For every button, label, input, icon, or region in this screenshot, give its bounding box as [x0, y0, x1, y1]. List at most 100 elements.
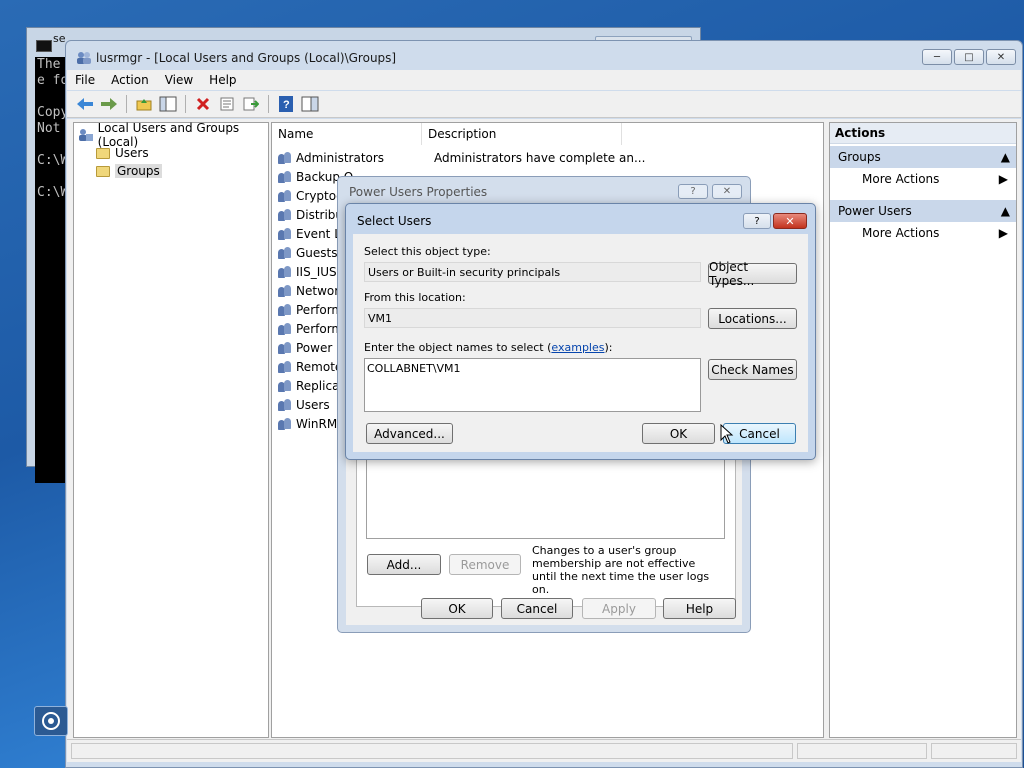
console-line: Not	[37, 121, 61, 136]
folder-icon	[96, 147, 110, 159]
object-names-label-suffix: ):	[604, 341, 613, 354]
group-icon	[278, 170, 292, 184]
tree-item-groups[interactable]: Groups	[96, 162, 162, 180]
menu-file[interactable]: File	[67, 73, 103, 87]
menu-bar: File Action View Help	[67, 70, 1021, 90]
minimize-button[interactable]: ─	[922, 49, 952, 65]
collapse-up-icon: ▲	[1000, 150, 1010, 164]
console-line: Copy	[37, 105, 67, 120]
help-icon[interactable]: ?	[276, 94, 296, 114]
help-button[interactable]: Help	[663, 598, 736, 619]
toolbar: ?	[67, 91, 1021, 118]
object-type-field: Users or Built-in security principals	[364, 262, 701, 282]
group-icon	[278, 341, 292, 355]
group-icon	[278, 322, 292, 336]
group-description: Administrators have complete an...	[434, 150, 646, 165]
submenu-arrow-icon: ▶	[998, 226, 1008, 240]
more-actions-power-users[interactable]: More Actions ▶	[830, 222, 1016, 244]
tree-root[interactable]: Local Users and Groups (Local)	[78, 121, 268, 149]
examples-link[interactable]: examples	[551, 341, 604, 354]
menu-action[interactable]: Action	[103, 73, 157, 87]
advanced-button[interactable]: Advanced...	[366, 423, 453, 444]
users-groups-icon	[79, 129, 93, 141]
console-line: e fo	[37, 73, 67, 88]
control-panel-icon[interactable]	[34, 706, 68, 736]
group-icon	[278, 189, 292, 203]
add-button[interactable]: Add...	[367, 554, 441, 575]
actions-pane: Actions Groups ▲ More Actions ▶ Power Us…	[829, 122, 1017, 738]
dialog-title: Power Users Properties	[349, 185, 488, 199]
console-text: The e fo Copy Not C:\W C:\W	[35, 57, 67, 483]
group-icon	[278, 265, 292, 279]
members-list[interactable]	[366, 447, 725, 539]
object-names-label: Enter the object names to select (exampl…	[364, 341, 612, 354]
cancel-button[interactable]: Cancel	[501, 598, 573, 619]
close-button[interactable]: ✕	[712, 184, 742, 199]
status-segment	[797, 743, 927, 759]
help-button[interactable]: ?	[678, 184, 708, 199]
console-line: The	[37, 57, 61, 72]
forward-arrow-icon[interactable]	[99, 94, 119, 114]
menu-view[interactable]: View	[157, 73, 201, 87]
group-icon	[278, 379, 292, 393]
status-segment	[71, 743, 793, 759]
group-icon	[278, 284, 292, 298]
column-header-name[interactable]: Name	[272, 123, 422, 145]
export-list-icon[interactable]	[241, 94, 261, 114]
object-names-label-text: Enter the object names to select (	[364, 341, 552, 354]
submenu-arrow-icon: ▶	[998, 172, 1008, 186]
more-actions-groups[interactable]: More Actions ▶	[830, 168, 1016, 190]
actions-section-groups[interactable]: Groups ▲	[830, 146, 1016, 168]
tree-item-users[interactable]: Users	[96, 144, 149, 162]
delete-icon[interactable]	[193, 94, 213, 114]
check-names-button[interactable]: Check Names	[708, 359, 797, 380]
back-arrow-icon[interactable]	[75, 94, 95, 114]
close-button[interactable]: ✕	[773, 213, 807, 229]
menu-help[interactable]: Help	[201, 73, 244, 87]
console-tree: Local Users and Groups (Local) Users Gro…	[73, 121, 269, 738]
actions-section-title: Power Users	[838, 204, 912, 218]
status-bar	[67, 739, 1021, 762]
ok-button[interactable]: OK	[642, 423, 715, 444]
group-icon	[278, 227, 292, 241]
close-button[interactable]: ✕	[986, 49, 1016, 65]
object-names-input[interactable]: COLLABNET\VM1	[364, 358, 701, 412]
maximize-button[interactable]: □	[954, 49, 984, 65]
properties-icon[interactable]	[217, 94, 237, 114]
locations-button[interactable]: Locations...	[708, 308, 797, 329]
location-field: VM1	[364, 308, 701, 328]
group-icon	[278, 151, 292, 165]
object-types-button[interactable]: Object Types...	[708, 260, 797, 288]
users-groups-icon	[77, 52, 91, 64]
window-title: lusrmgr - [Local Users and Groups (Local…	[96, 51, 397, 65]
tree-item-users-label: Users	[115, 146, 149, 160]
actions-section-power-users[interactable]: Power Users ▲	[830, 200, 1016, 222]
mouse-cursor-icon	[720, 424, 734, 444]
tree-item-groups-label: Groups	[115, 164, 162, 178]
ok-button[interactable]: OK	[421, 598, 493, 619]
group-name: Administrators	[296, 150, 385, 165]
group-icon	[278, 246, 292, 260]
apply-button[interactable]: Apply	[582, 598, 656, 619]
column-header-description[interactable]: Description	[422, 123, 622, 145]
help-button[interactable]: ?	[743, 213, 771, 229]
svg-text:?: ?	[283, 99, 290, 111]
more-actions-label: More Actions	[862, 172, 940, 186]
actions-header: Actions	[830, 123, 1016, 144]
status-segment	[931, 743, 1017, 759]
show-hide-tree-icon[interactable]	[158, 94, 178, 114]
select-users-dialog[interactable]: Select Users ? ✕ Select this object type…	[345, 203, 816, 460]
folder-icon	[96, 165, 110, 177]
group-row[interactable]: Administrators Administrators have comple…	[278, 148, 645, 167]
dialog-title: Select Users	[357, 214, 432, 228]
up-folder-icon[interactable]	[134, 94, 154, 114]
group-icon	[278, 303, 292, 317]
action-pane-icon[interactable]	[300, 94, 320, 114]
group-icon	[278, 398, 292, 412]
more-actions-label: More Actions	[862, 226, 940, 240]
object-type-label: Select this object type:	[364, 245, 491, 258]
remove-button[interactable]: Remove	[449, 554, 521, 575]
